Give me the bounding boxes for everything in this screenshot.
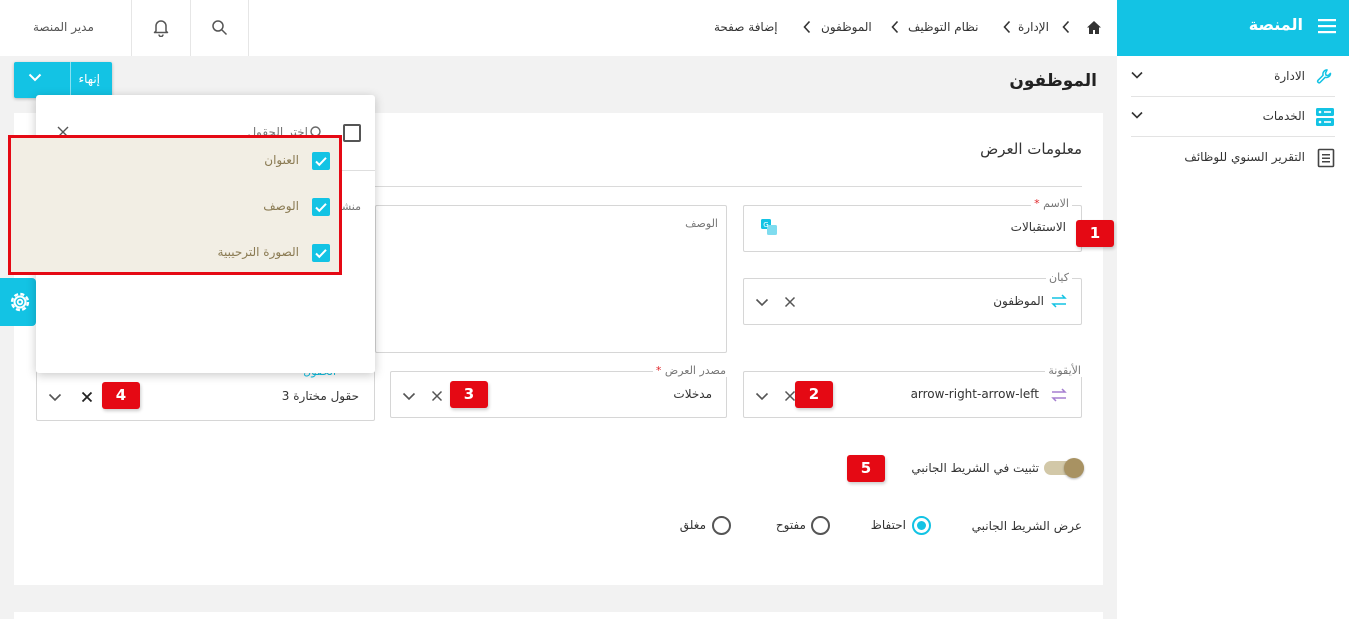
- page-title: الموظفون: [1009, 71, 1097, 91]
- section-title: معلومات العرض: [980, 140, 1082, 158]
- annotation-badge: 5: [847, 455, 885, 482]
- option-title[interactable]: العنوان: [11, 146, 339, 176]
- home-icon[interactable]: [1086, 20, 1102, 35]
- svg-text:G: G: [763, 221, 768, 229]
- icon-field[interactable]: arrow-right-arrow-left: [743, 371, 1082, 418]
- divider: [70, 62, 71, 98]
- breadcrumb-separator: [891, 20, 899, 34]
- top-bar: مدير المنصة الإدارة نظام التوظيف الموظفو…: [0, 0, 1117, 56]
- option-label: الوصف: [263, 199, 299, 213]
- chevron-down-icon[interactable]: [28, 73, 42, 82]
- checkbox-checked-icon[interactable]: [312, 244, 330, 262]
- user-menu[interactable]: مدير المنصة: [33, 20, 94, 34]
- divider: [190, 0, 191, 56]
- chevron-down-icon[interactable]: [402, 392, 416, 401]
- chevron-down-icon[interactable]: [755, 298, 769, 307]
- entity-label: كيان: [1046, 271, 1072, 284]
- sidebar-item-label: التقرير السنوي للوظائف: [1184, 150, 1305, 164]
- chevron-down-icon[interactable]: [1131, 71, 1143, 79]
- secondary-card: [14, 612, 1103, 619]
- divider: [248, 0, 249, 56]
- annotation-badge: 2: [795, 381, 833, 408]
- name-value: الاستقبالات: [1010, 220, 1066, 234]
- sidebar-item-annual-report[interactable]: التقرير السنوي للوظائف: [1131, 138, 1335, 178]
- swap-arrows-icon: [1051, 294, 1067, 308]
- breadcrumb-item-current: إضافة صفحة: [714, 20, 778, 34]
- breadcrumb-item[interactable]: الموظفون: [821, 20, 872, 34]
- chevron-down-icon[interactable]: [48, 393, 62, 402]
- icon-value: arrow-right-arrow-left: [910, 387, 1039, 401]
- breadcrumb-item[interactable]: الإدارة: [1018, 20, 1049, 34]
- clear-icon[interactable]: [431, 390, 443, 402]
- toggle-knob[interactable]: [1064, 458, 1084, 478]
- pin-sidebar-label: تثبيت في الشريط الجانبي: [911, 461, 1039, 475]
- entity-value: الموظفون: [993, 294, 1044, 308]
- display-source-field[interactable]: مدخلات: [390, 371, 727, 418]
- annotation-badge: 1: [1076, 220, 1114, 247]
- sidebar: المنصة الادارة الخدمات التقرير السنوي لل…: [1117, 0, 1349, 619]
- option-label: العنوان: [264, 153, 299, 167]
- clear-icon[interactable]: [784, 296, 796, 308]
- display-source-label: * مصدر العرض: [652, 364, 729, 377]
- breadcrumb-separator: [803, 20, 811, 34]
- document-icon: [1317, 148, 1335, 168]
- breadcrumb-separator: [1003, 20, 1011, 34]
- fields-value: 3 حقول مختارة: [281, 389, 359, 403]
- fields-select[interactable]: 3 حقول مختارة: [36, 371, 375, 421]
- annotation-badge: 3: [450, 381, 488, 408]
- sidebar-item-label: الادارة: [1274, 69, 1305, 83]
- platform-title: المنصة: [1248, 15, 1303, 34]
- annotation-badge: 4: [102, 382, 140, 409]
- search-icon[interactable]: [211, 19, 228, 36]
- wrench-icon: [1315, 67, 1335, 87]
- radio-keep-label: احتفاظ: [870, 518, 906, 532]
- breadcrumb-item[interactable]: نظام التوظيف: [908, 20, 979, 34]
- radio-closed-label: مغلق: [679, 518, 706, 532]
- select-all-checkbox[interactable]: [343, 124, 361, 142]
- clear-icon[interactable]: [81, 391, 93, 403]
- divider: [375, 186, 1082, 187]
- bell-icon[interactable]: [151, 17, 171, 37]
- option-label: الصورة الترحيبية: [217, 245, 299, 259]
- checkbox-checked-icon[interactable]: [312, 198, 330, 216]
- swap-arrows-icon: [1051, 388, 1067, 402]
- option-welcome-image[interactable]: الصورة الترحيبية: [11, 238, 339, 268]
- display-source-value: مدخلات: [673, 387, 712, 401]
- settings-tab[interactable]: [0, 278, 36, 326]
- sidebar-display-label: عرض الشريط الجانبي: [971, 519, 1082, 533]
- radio-open-label: مفتوح: [775, 518, 806, 532]
- icon-label: الأيقونة: [1045, 364, 1084, 377]
- gear-icon: [7, 289, 33, 315]
- translate-icon[interactable]: G: [760, 218, 778, 236]
- radio-keep[interactable]: [912, 516, 931, 535]
- name-label: * الاسم: [1031, 197, 1072, 210]
- checkbox-checked-icon[interactable]: [312, 152, 330, 170]
- hamburger-menu-icon[interactable]: [1318, 18, 1336, 34]
- finish-button-label: إنهاء: [78, 72, 100, 86]
- sidebar-header: المنصة: [1117, 0, 1349, 56]
- finish-button[interactable]: إنهاء: [14, 62, 112, 98]
- chevron-down-icon[interactable]: [755, 392, 769, 401]
- description-label: الوصف: [682, 217, 721, 230]
- name-field[interactable]: الاستقبالات G: [743, 205, 1082, 252]
- radio-open[interactable]: [811, 516, 830, 535]
- divider: [131, 0, 132, 56]
- option-description[interactable]: الوصف: [11, 192, 339, 222]
- description-field[interactable]: [375, 205, 727, 353]
- sidebar-item-services[interactable]: الخدمات: [1131, 97, 1335, 137]
- chevron-down-icon[interactable]: [1131, 111, 1143, 119]
- sidebar-item-administration[interactable]: الادارة: [1131, 57, 1335, 97]
- server-icon: [1315, 107, 1335, 127]
- entity-field[interactable]: الموظفون: [743, 278, 1082, 325]
- breadcrumb-separator: [1062, 20, 1070, 34]
- selected-options-highlight: العنوان الوصف الصورة الترحيبية: [8, 135, 342, 275]
- sidebar-item-label: الخدمات: [1262, 109, 1305, 123]
- radio-closed[interactable]: [712, 516, 731, 535]
